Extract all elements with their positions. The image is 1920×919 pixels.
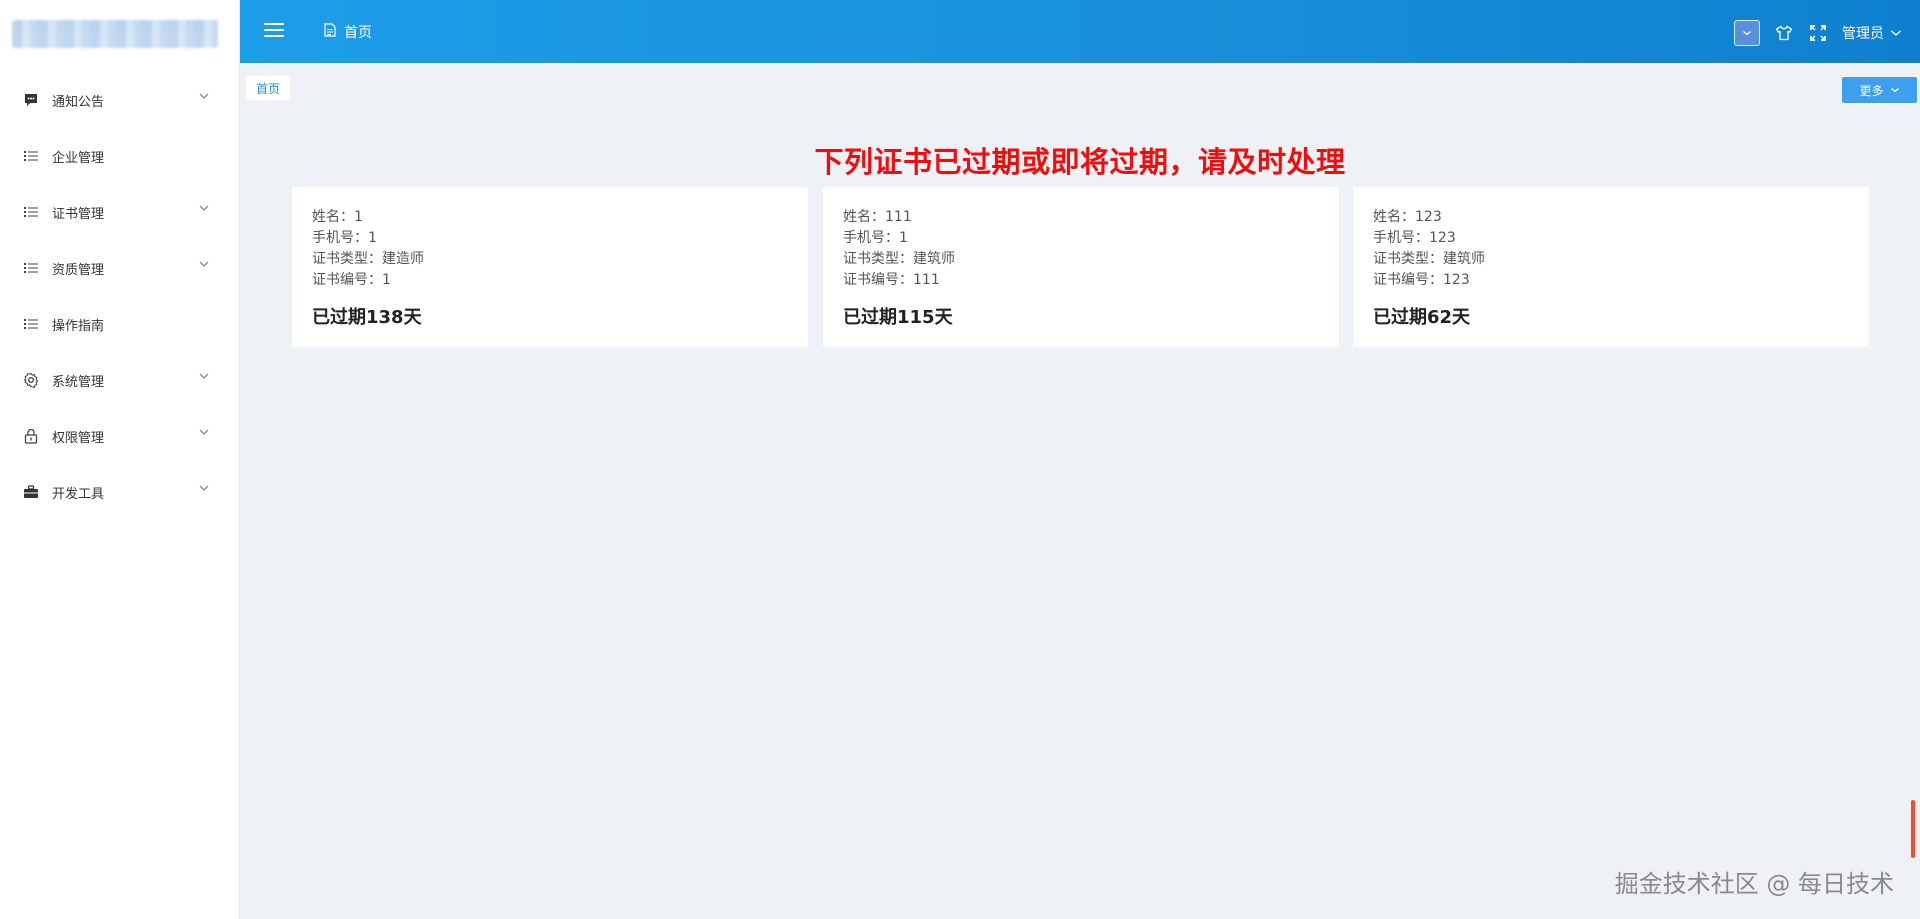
card-phone: 手机号：123 [1373,230,1456,246]
sidebar-item-label: 企业管理 [52,150,105,166]
card-expiry-status: 已过期62天 [1373,307,1471,328]
list-icon [22,315,40,333]
chevron-down-icon [198,426,210,438]
user-menu[interactable]: 管理员 [1842,23,1902,43]
sidebar-item-label: 操作指南 [52,318,105,334]
card-name: 姓名：111 [843,209,912,225]
card-name: 姓名：123 [1373,209,1442,225]
scroll-indicator[interactable] [1911,800,1915,858]
card-phone: 手机号：1 [843,230,908,246]
sidebar-item-guide[interactable]: 操作指南 [0,296,240,352]
lock-icon [22,427,40,445]
card-expiry-status: 已过期138天 [312,307,422,328]
document-icon [324,23,336,41]
more-tabs-button[interactable]: 更多 [1842,77,1917,103]
message-icon [22,91,40,109]
list-icon [22,147,40,165]
sidebar-item-label: 证书管理 [52,206,105,222]
card-cert-number: 证书编号：1 [312,272,391,288]
sidebar-item-certificate[interactable]: 证书管理 [0,184,240,240]
sidebar-item-label: 权限管理 [52,430,105,446]
user-name: 管理员 [1842,26,1884,42]
card-cert-type: 证书类型：建造师 [312,251,424,267]
card-cert-type: 证书类型：建筑师 [1373,251,1485,267]
logo[interactable] [12,20,218,48]
list-icon [22,259,40,277]
certificate-card: 姓名：123 手机号：123 证书类型：建筑师 证书编号：123 已过期62天 [1353,187,1869,347]
list-icon [22,203,40,221]
sidebar-item-label: 开发工具 [52,486,105,502]
fullscreen-icon[interactable] [1808,23,1828,43]
card-cert-number: 证书编号：123 [1373,272,1470,288]
top-header: 首页 管理员 [240,0,1920,63]
card-cert-number: 证书编号：111 [843,272,940,288]
tab-home-label: 首页 [256,81,281,96]
chevron-down-icon [198,370,210,382]
chevron-down-icon [1891,30,1901,36]
briefcase-icon [22,483,40,501]
sidebar-menu: 通知公告 企业管理 证书管理 资质管理 操作指南 系统管理 权限管理 开发工具 [0,72,240,520]
watermark: 掘金技术社区 @ 每日技术 [1614,870,1894,898]
chevron-down-icon [1890,88,1899,93]
more-label: 更多 [1859,83,1884,98]
certificate-card: 姓名：1 手机号：1 证书类型：建造师 证书编号：1 已过期138天 [292,187,808,347]
skin-shirt-icon[interactable] [1774,23,1794,43]
sidebar-item-label: 通知公告 [52,94,105,110]
card-expiry-status: 已过期115天 [843,307,953,328]
chevron-down-icon [198,202,210,214]
chevron-down-icon [198,90,210,102]
theme-color-picker[interactable] [1734,20,1760,46]
menu-toggle-icon[interactable] [264,21,286,39]
card-phone: 手机号：1 [312,230,377,246]
sidebar-item-permission[interactable]: 权限管理 [0,408,240,464]
sidebar-item-system[interactable]: 系统管理 [0,352,240,408]
certificate-card: 姓名：111 手机号：1 证书类型：建筑师 证书编号：111 已过期115天 [823,187,1339,347]
card-cert-type: 证书类型：建筑师 [843,251,955,267]
gear-icon [22,371,40,389]
header-home-tab[interactable]: 首页 [324,22,372,42]
sidebar-item-label: 资质管理 [52,262,105,278]
sidebar: 通知公告 企业管理 证书管理 资质管理 操作指南 系统管理 权限管理 开发工具 [0,0,240,919]
expiry-notice-title: 下列证书已过期或即将过期，请及时处理 [814,145,1346,179]
tab-home[interactable]: 首页 [246,76,291,100]
chevron-down-icon [198,482,210,494]
sidebar-item-devtools[interactable]: 开发工具 [0,464,240,520]
sidebar-item-notice[interactable]: 通知公告 [0,72,240,128]
chevron-down-icon [198,258,210,270]
header-tab-label: 首页 [344,25,372,41]
card-name: 姓名：1 [312,209,363,225]
chevron-down-icon [1743,31,1751,36]
header-tools: 管理员 [1734,20,1902,46]
sidebar-item-label: 系统管理 [52,374,105,390]
sidebar-item-qualification[interactable]: 资质管理 [0,240,240,296]
sidebar-item-enterprise[interactable]: 企业管理 [0,128,240,184]
